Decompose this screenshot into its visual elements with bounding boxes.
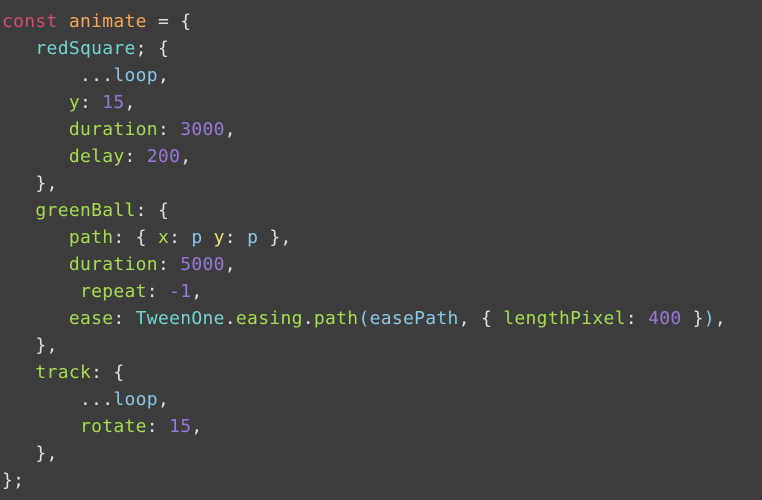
brace-open: { [136,227,147,248]
comma: , [281,227,292,248]
brace-open: { [113,362,124,383]
prop-lengthPixel: lengthPixel [503,308,626,329]
ident-easing: easing [236,308,303,329]
num-3000: 3000 [180,119,225,140]
num-200: 200 [147,146,180,167]
brace-open: { [158,38,169,59]
op-eq: = [158,11,169,32]
colon: : [158,119,169,140]
num-15: 15 [169,416,191,437]
brace-close: } [693,308,704,329]
colon: : [626,308,637,329]
ident-p: p [247,227,258,248]
paren-open: ( [358,308,369,329]
ident-pathfn: path [314,308,359,329]
comma: , [459,308,470,329]
comma: , [47,173,58,194]
ident-TweenOne: TweenOne [136,308,225,329]
prop-redSquare: redSquare [35,38,135,59]
colon: : [125,146,136,167]
comma: , [225,119,236,140]
comma: , [47,443,58,464]
prop-repeat: repeat [80,281,147,302]
num-15: 15 [102,92,124,113]
comma: , [180,146,191,167]
prop-x: x [158,227,169,248]
num-400: 400 [648,308,681,329]
colon: : [158,254,169,275]
brace-close: } [2,470,13,491]
comma: , [47,335,58,356]
prop-duration: duration [69,254,158,275]
semi: ; [13,470,24,491]
prop-greenBall: greenBall [35,200,135,221]
comma: , [125,92,136,113]
brace-open: { [481,308,492,329]
prop-y-inner: y [214,227,225,248]
colon: : [169,227,180,248]
colon: : [136,200,147,221]
num-neg1: -1 [169,281,191,302]
paren-close: ) [704,308,715,329]
prop-y: y [69,92,80,113]
colon: : [147,281,158,302]
comma: , [158,389,169,410]
prop-ease: ease [69,308,114,329]
prop-track: track [35,362,91,383]
comma: , [158,65,169,86]
colon: : [113,308,124,329]
brace-open: { [158,200,169,221]
var-animate: animate [69,11,147,32]
colon: : [147,416,158,437]
semi: ; [136,38,147,59]
ident-loop: loop [113,389,158,410]
ident-easePath: easePath [370,308,459,329]
brace-close: } [35,335,46,356]
ident-p: p [191,227,202,248]
brace-close: } [35,173,46,194]
comma: , [225,254,236,275]
code-block: const animate = { redSquare; { ...loop, … [2,8,760,494]
ident-loop: loop [113,65,158,86]
colon: : [113,227,124,248]
prop-path: path [69,227,114,248]
comma: , [191,416,202,437]
spread: ... [80,65,113,86]
colon: : [91,362,102,383]
dot: . [225,308,236,329]
brace-close: } [35,443,46,464]
brace-open: { [180,11,191,32]
num-5000: 5000 [180,254,225,275]
spread: ... [80,389,113,410]
colon: : [80,92,91,113]
dot: . [303,308,314,329]
comma: , [715,308,726,329]
prop-delay: delay [69,146,125,167]
keyword-const: const [2,11,58,32]
prop-duration: duration [69,119,158,140]
prop-rotate: rotate [80,416,147,437]
colon: : [225,227,236,248]
comma: , [191,281,202,302]
brace-close: } [269,227,280,248]
